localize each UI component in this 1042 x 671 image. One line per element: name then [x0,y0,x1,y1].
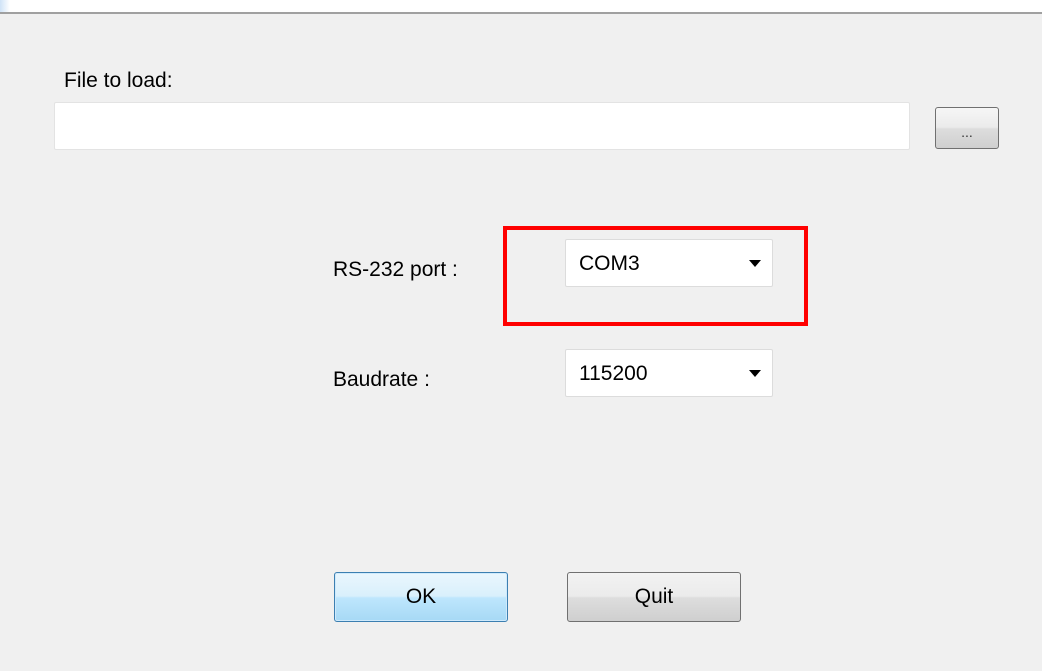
rs232-port-label: RS-232 port : [333,258,458,281]
window-top-border [0,0,1042,14]
chevron-down-icon [749,370,761,377]
window-corner-accent [0,0,10,12]
quit-button[interactable]: Quit [567,572,741,622]
ok-button[interactable]: OK [334,572,508,622]
baudrate-dropdown[interactable]: 115200 [565,349,773,397]
baudrate-value: 115200 [579,362,648,385]
file-to-load-label: File to load: [64,69,173,92]
browse-button[interactable]: ... [935,107,999,149]
rs232-port-dropdown[interactable]: COM3 [565,239,773,287]
file-path-input[interactable] [54,102,910,150]
rs232-port-value: COM3 [579,252,640,275]
chevron-down-icon [749,260,761,267]
baudrate-label: Baudrate : [333,368,430,391]
